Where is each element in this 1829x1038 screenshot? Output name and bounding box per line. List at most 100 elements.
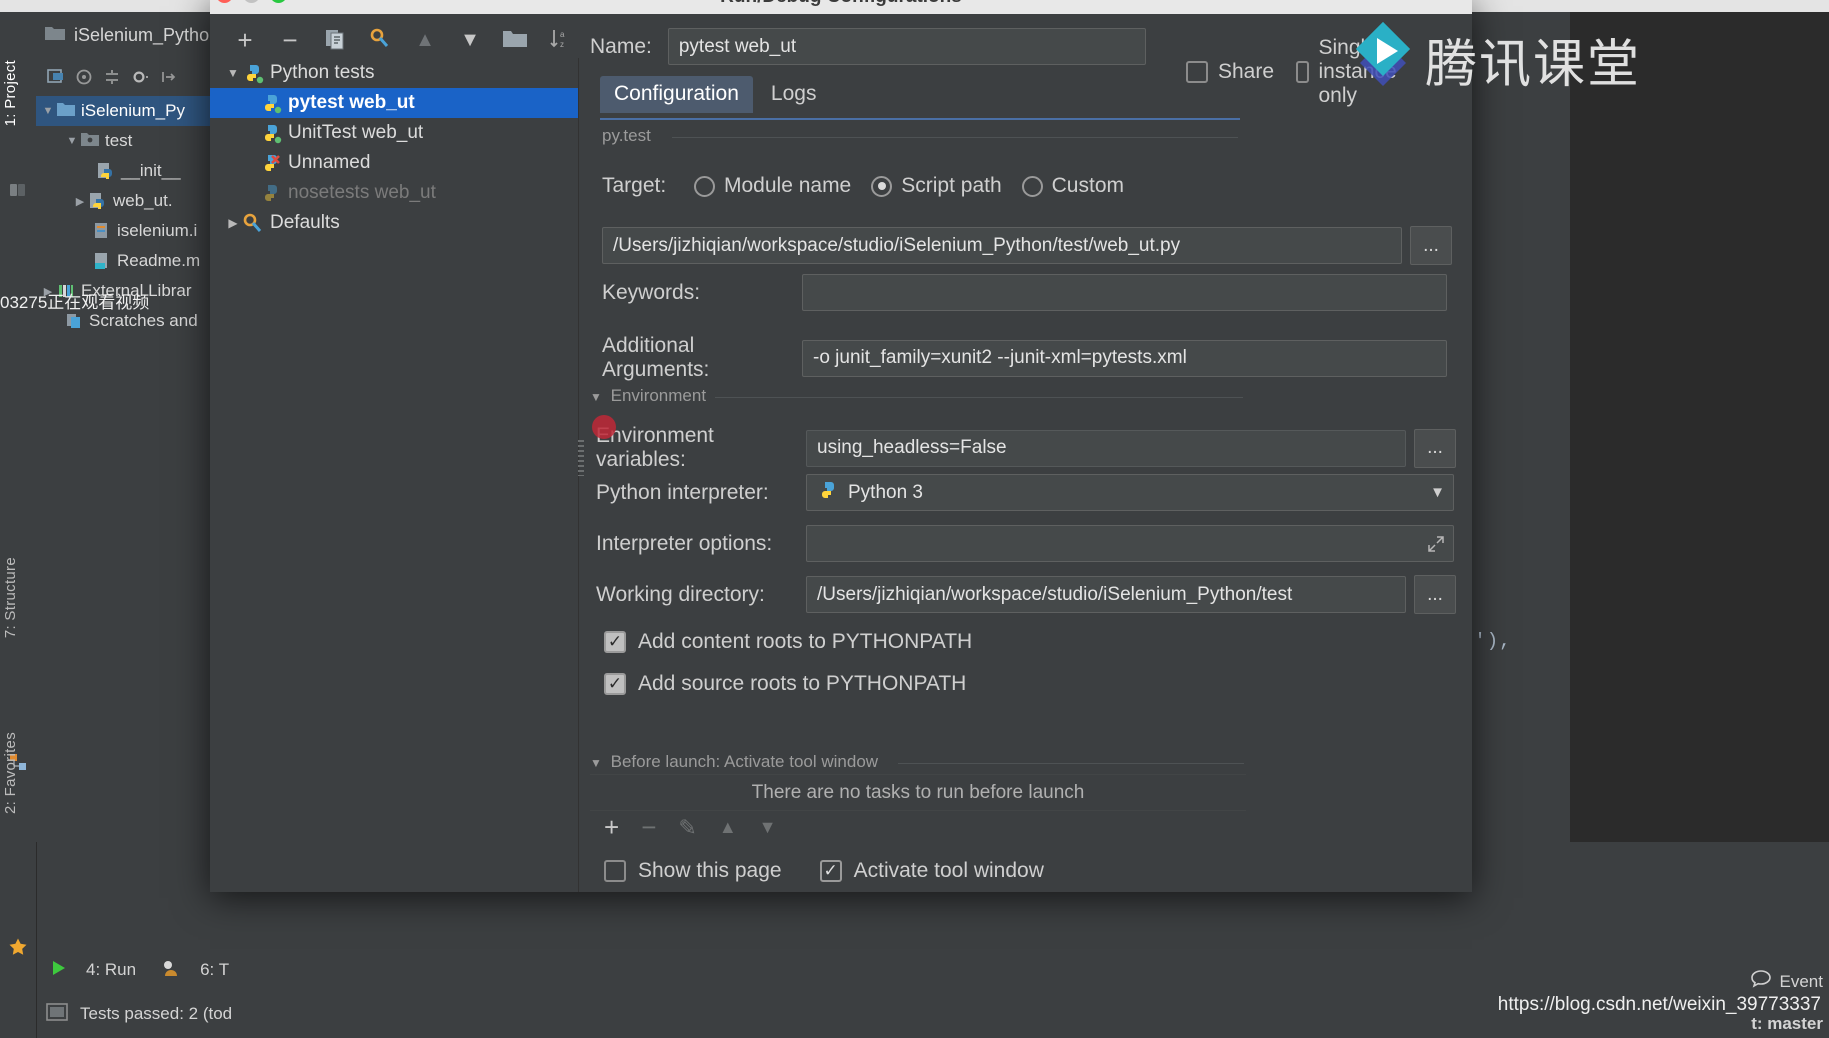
editor-area[interactable] bbox=[1570, 12, 1829, 842]
config-item-pytest-web-ut[interactable]: pytest web_ut bbox=[210, 88, 578, 118]
config-item-nosetests-web-ut[interactable]: nosetests web_ut bbox=[210, 178, 578, 208]
browse-script-path-button[interactable]: ... bbox=[1410, 226, 1452, 265]
remove-icon[interactable]: − bbox=[277, 27, 303, 53]
radio-button[interactable] bbox=[1021, 175, 1043, 197]
tree-node-init[interactable]: __init__ bbox=[36, 156, 212, 186]
project-tool-window[interactable]: iSelenium_Python ▼ iSelenium_Py ▼ test _… bbox=[36, 12, 219, 842]
sidebar-item-favorites[interactable]: 2: Favorites bbox=[2, 732, 19, 814]
tree-node-label: Scratches and bbox=[89, 311, 198, 330]
event-log-button[interactable]: Event bbox=[1750, 969, 1823, 994]
dialog-title-area: Run/Debug Configurations bbox=[210, 0, 1472, 14]
before-launch-toolbar[interactable]: + − ✎ ▲ ▼ bbox=[604, 812, 776, 843]
move-task-down-icon[interactable]: ▼ bbox=[759, 817, 777, 838]
checkbox-box[interactable]: ✓ bbox=[604, 673, 626, 695]
config-item-unnamed[interactable]: Unnamed bbox=[210, 148, 578, 178]
tab-configuration[interactable]: Configuration bbox=[600, 76, 753, 113]
chevron-right-icon[interactable]: ▶ bbox=[224, 216, 242, 230]
script-path-input[interactable]: /Users/jizhiqian/workspace/studio/iSelen… bbox=[602, 227, 1402, 264]
browse-environment-variables-button[interactable]: ... bbox=[1414, 428, 1456, 468]
python-interpreter-select[interactable]: Python 3 ▼ bbox=[806, 474, 1454, 511]
browse-working-directory-button[interactable]: ... bbox=[1414, 575, 1456, 614]
working-directory-input[interactable]: /Users/jizhiqian/workspace/studio/iSelen… bbox=[806, 576, 1406, 613]
radio-button[interactable] bbox=[871, 175, 893, 197]
move-up-icon[interactable]: ▲ bbox=[412, 27, 438, 53]
sidebar-item-structure[interactable]: 7: Structure bbox=[2, 557, 19, 638]
radio-custom[interactable]: Custom bbox=[1021, 174, 1124, 198]
target-icon[interactable] bbox=[74, 67, 94, 87]
python-file-icon bbox=[96, 161, 116, 181]
tree-node-iselenium-python[interactable]: ▼ iSelenium_Py bbox=[36, 96, 212, 126]
radio-script-path[interactable]: Script path bbox=[871, 174, 1002, 198]
remove-task-icon[interactable]: − bbox=[641, 812, 656, 843]
hide-icon[interactable] bbox=[158, 67, 178, 87]
settings-gear-icon[interactable] bbox=[130, 67, 150, 87]
brand-logo-icon bbox=[1356, 22, 1410, 86]
section-environment-header[interactable]: ▼ Environment bbox=[590, 386, 1246, 406]
name-input[interactable]: pytest web_ut bbox=[667, 28, 1146, 65]
copy-configuration-icon[interactable] bbox=[322, 27, 348, 53]
chevron-down-icon[interactable]: ▼ bbox=[1430, 484, 1445, 501]
environment-variables-input[interactable]: using_headless=False bbox=[806, 429, 1406, 467]
sidebar-item-project[interactable]: 1: Project bbox=[2, 60, 19, 126]
before-launch-header[interactable]: ▼ Before launch: Activate tool window bbox=[590, 752, 1246, 772]
sort-configurations-icon[interactable]: az bbox=[547, 27, 573, 53]
checkbox-box[interactable] bbox=[1296, 61, 1309, 83]
config-group-python-tests[interactable]: ▼ Python tests bbox=[210, 58, 578, 88]
add-content-roots-checkbox[interactable]: ✓ Add content roots to PYTHONPATH bbox=[604, 630, 972, 654]
chevron-down-icon[interactable]: ▼ bbox=[590, 390, 602, 404]
config-item-unittest-web-ut[interactable]: UnitTest web_ut bbox=[210, 118, 578, 148]
chevron-down-icon[interactable]: ▼ bbox=[64, 135, 80, 147]
checkbox-box[interactable]: ✓ bbox=[604, 631, 626, 653]
move-down-icon[interactable]: ▼ bbox=[457, 27, 483, 53]
chevron-down-icon[interactable]: ▼ bbox=[40, 105, 56, 117]
tree-node-iselenium[interactable]: iselenium.i bbox=[36, 216, 212, 246]
select-opened-file-icon[interactable] bbox=[46, 67, 66, 87]
additional-arguments-input[interactable]: -o junit_family=xunit2 --junit-xml=pytes… bbox=[802, 339, 1447, 377]
project-toolbar[interactable] bbox=[36, 60, 222, 94]
project-header: iSelenium_Python bbox=[36, 18, 219, 52]
show-this-page-checkbox[interactable]: Show this page ✓ Activate tool window bbox=[604, 859, 1044, 883]
move-task-up-icon[interactable]: ▲ bbox=[719, 817, 737, 838]
interpreter-options-input[interactable] bbox=[806, 525, 1454, 562]
bottom-tool-window-bar[interactable]: 4: Run 6: T bbox=[36, 950, 310, 990]
expand-icon[interactable] bbox=[1427, 535, 1445, 553]
configuration-tabs[interactable]: Configuration Logs bbox=[600, 76, 830, 113]
collapse-all-icon[interactable] bbox=[102, 67, 122, 87]
radio-button[interactable] bbox=[694, 175, 715, 197]
radio-module-name[interactable]: Module name bbox=[694, 174, 851, 198]
configuration-form[interactable]: Name: pytest web_ut Share Single instanc… bbox=[578, 14, 1456, 892]
configurations-toolbar[interactable]: + − ▲ ▼ az bbox=[212, 18, 578, 62]
activate-tool-window-checkbox-box[interactable]: ✓ bbox=[819, 860, 842, 882]
git-branch-label[interactable]: t: master bbox=[1751, 1014, 1823, 1034]
nosetests-icon bbox=[260, 182, 282, 204]
chevron-right-icon[interactable]: ▶ bbox=[72, 195, 88, 208]
folder-icon[interactable] bbox=[502, 27, 528, 53]
config-group-defaults[interactable]: ▶ Defaults bbox=[210, 208, 578, 238]
add-source-roots-checkbox[interactable]: ✓ Add source roots to PYTHONPATH bbox=[604, 672, 966, 696]
tree-node-readme[interactable]: Readme.m bbox=[36, 246, 212, 276]
splitter-handle[interactable] bbox=[578, 440, 584, 476]
todo-tool-window-button[interactable]: 6: T bbox=[162, 959, 229, 982]
edit-templates-icon[interactable] bbox=[367, 27, 393, 53]
favorites-star-icon bbox=[8, 937, 27, 956]
run-tool-window-button[interactable]: 4: Run bbox=[50, 959, 136, 982]
share-checkbox[interactable]: Share bbox=[1186, 60, 1274, 84]
chevron-down-icon[interactable]: ▼ bbox=[224, 66, 242, 80]
add-icon[interactable]: + bbox=[232, 27, 258, 53]
edit-task-icon[interactable]: ✎ bbox=[678, 815, 696, 841]
checkbox-box[interactable] bbox=[1186, 61, 1208, 83]
config-item-label: Unnamed bbox=[288, 152, 371, 173]
chevron-down-icon[interactable]: ▼ bbox=[590, 756, 602, 770]
keywords-row: Keywords: bbox=[602, 274, 1447, 311]
config-group-label: Defaults bbox=[270, 212, 340, 233]
tree-node-test[interactable]: ▼ test bbox=[36, 126, 212, 156]
tree-node-web-ut[interactable]: ▶ web_ut. bbox=[36, 186, 212, 216]
script-path-row: /Users/jizhiqian/workspace/studio/iSelen… bbox=[602, 226, 1452, 265]
tab-logs[interactable]: Logs bbox=[757, 76, 831, 113]
name-row: Name: pytest web_ut bbox=[590, 28, 1146, 65]
before-launch-label: Before launch: Activate tool window bbox=[610, 752, 879, 771]
add-task-icon[interactable]: + bbox=[604, 812, 619, 843]
keywords-input[interactable] bbox=[802, 274, 1447, 311]
configurations-list[interactable]: ▼ Python tests pytest web_ut UnitTest we… bbox=[210, 58, 579, 892]
checkbox-box[interactable] bbox=[604, 860, 626, 882]
